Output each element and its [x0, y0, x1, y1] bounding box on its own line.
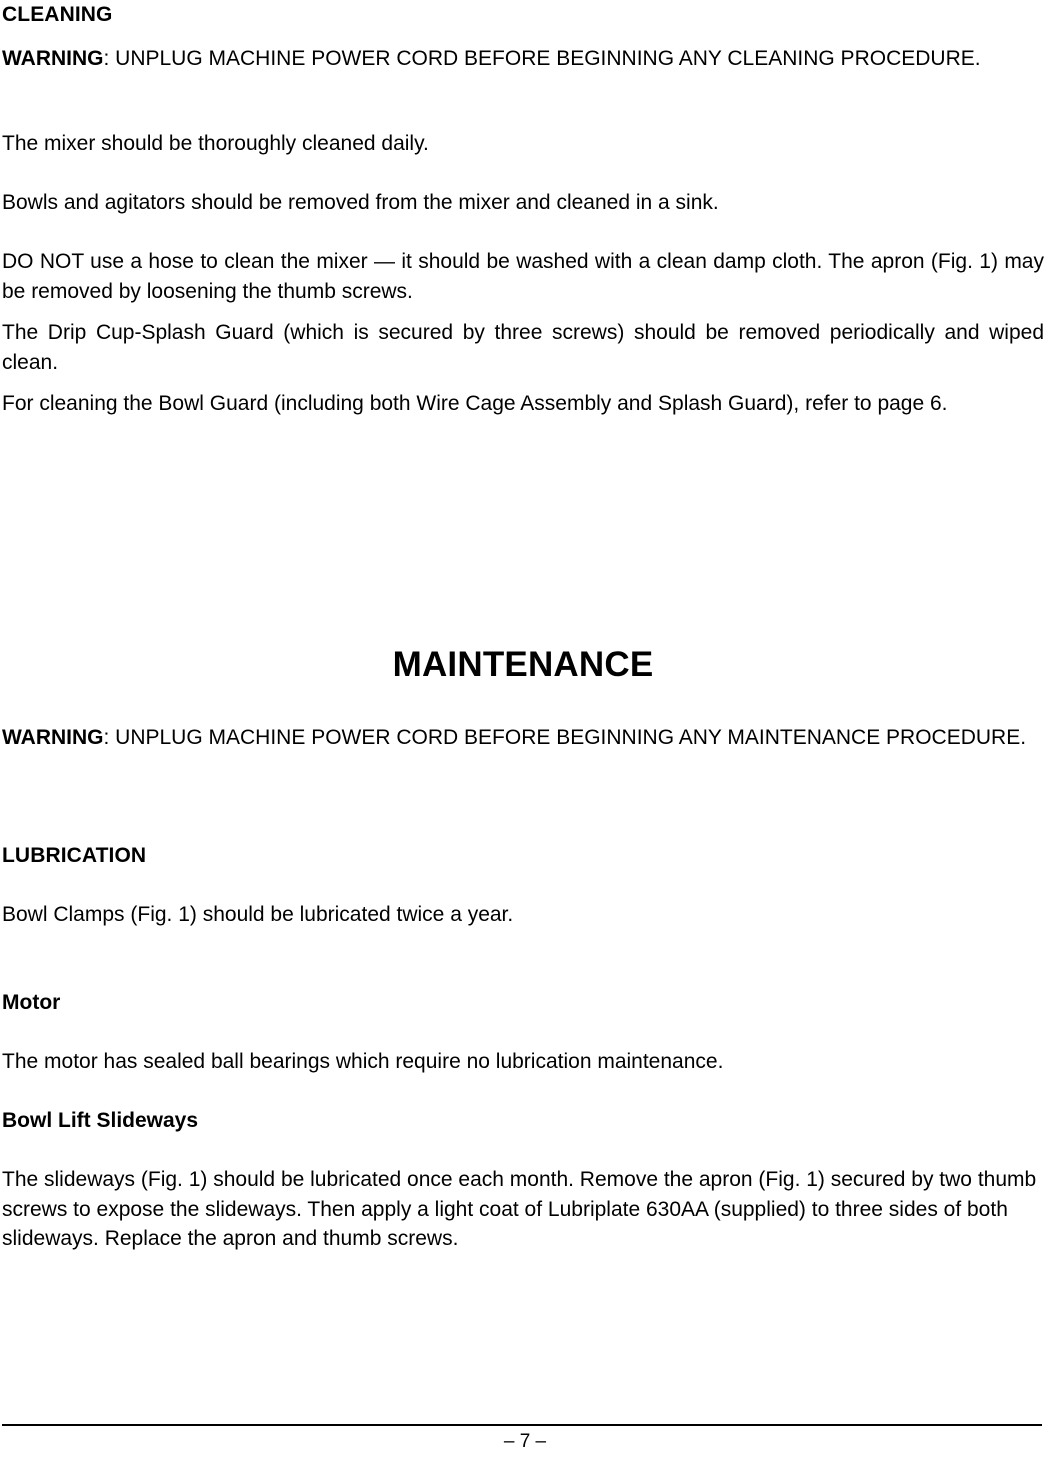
bowl-lift-slideways-heading-text: Bowl Lift Slideways [2, 1109, 199, 1132]
cleaning-paragraph-hose: DO NOT use a hose to clean the mixer — i… [2, 247, 1044, 306]
cleaning-paragraph-hose-text: DO NOT use a hose to clean the mixer — i… [2, 250, 1044, 303]
bowl-lift-slideways-heading: Bowl Lift Slideways [2, 1106, 1044, 1135]
motor-heading-text: Motor [2, 991, 61, 1014]
cleaning-warning-body: : UNPLUG MACHINE POWER CORD BEFORE BEGIN… [103, 47, 981, 70]
page-number: – 7 – [503, 1431, 547, 1452]
footer-divider [2, 1424, 1042, 1426]
maintenance-warning-paragraph: WARNING: UNPLUG MACHINE POWER CORD BEFOR… [2, 723, 1044, 753]
lubrication-paragraph: Bowl Clamps (Fig. 1) should be lubricate… [2, 900, 1044, 930]
cleaning-section-heading: CLEANING [2, 0, 1044, 29]
maintenance-title: MAINTENANCE [2, 645, 1044, 685]
maintenance-title-text: MAINTENANCE [392, 645, 654, 684]
cleaning-paragraph-dripcup-text: The Drip Cup-Splash Guard (which is secu… [2, 321, 1044, 374]
cleaning-paragraph-daily-text: The mixer should be thoroughly cleaned d… [2, 132, 429, 155]
cleaning-heading-text: CLEANING [2, 3, 113, 26]
maintenance-warning-label: WARNING [2, 726, 104, 749]
cleaning-paragraph-daily: The mixer should be thoroughly cleaned d… [2, 129, 1044, 159]
motor-paragraph-text: The motor has sealed ball bearings which… [2, 1050, 724, 1073]
lubrication-heading: LUBRICATION [2, 841, 1044, 870]
cleaning-paragraph-bowls-text: Bowls and agitators should be removed fr… [2, 191, 719, 214]
cleaning-warning-paragraph: WARNING: UNPLUG MACHINE POWER CORD BEFOR… [2, 44, 1044, 74]
lubrication-paragraph-text: Bowl Clamps (Fig. 1) should be lubricate… [2, 903, 514, 926]
bowl-lift-slideways-paragraph-text: The slideways (Fig. 1) should be lubrica… [2, 1168, 1037, 1250]
motor-heading: Motor [2, 988, 1044, 1017]
cleaning-paragraph-dripcup: The Drip Cup-Splash Guard (which is secu… [2, 318, 1044, 377]
bowl-lift-slideways-paragraph: The slideways (Fig. 1) should be lubrica… [2, 1165, 1044, 1254]
cleaning-paragraph-bowls: Bowls and agitators should be removed fr… [2, 188, 1044, 218]
cleaning-paragraph-bowlguard: For cleaning the Bowl Guard (including b… [2, 389, 1044, 419]
manual-page: CLEANING WARNING: UNPLUG MACHINE POWER C… [0, 0, 1050, 1457]
cleaning-paragraph-bowlguard-text: For cleaning the Bowl Guard (including b… [2, 392, 948, 415]
lubrication-heading-text: LUBRICATION [2, 844, 147, 867]
motor-paragraph: The motor has sealed ball bearings which… [2, 1047, 1044, 1077]
cleaning-warning-label: WARNING [2, 47, 104, 70]
maintenance-warning-body: : UNPLUG MACHINE POWER CORD BEFORE BEGIN… [103, 726, 1027, 749]
